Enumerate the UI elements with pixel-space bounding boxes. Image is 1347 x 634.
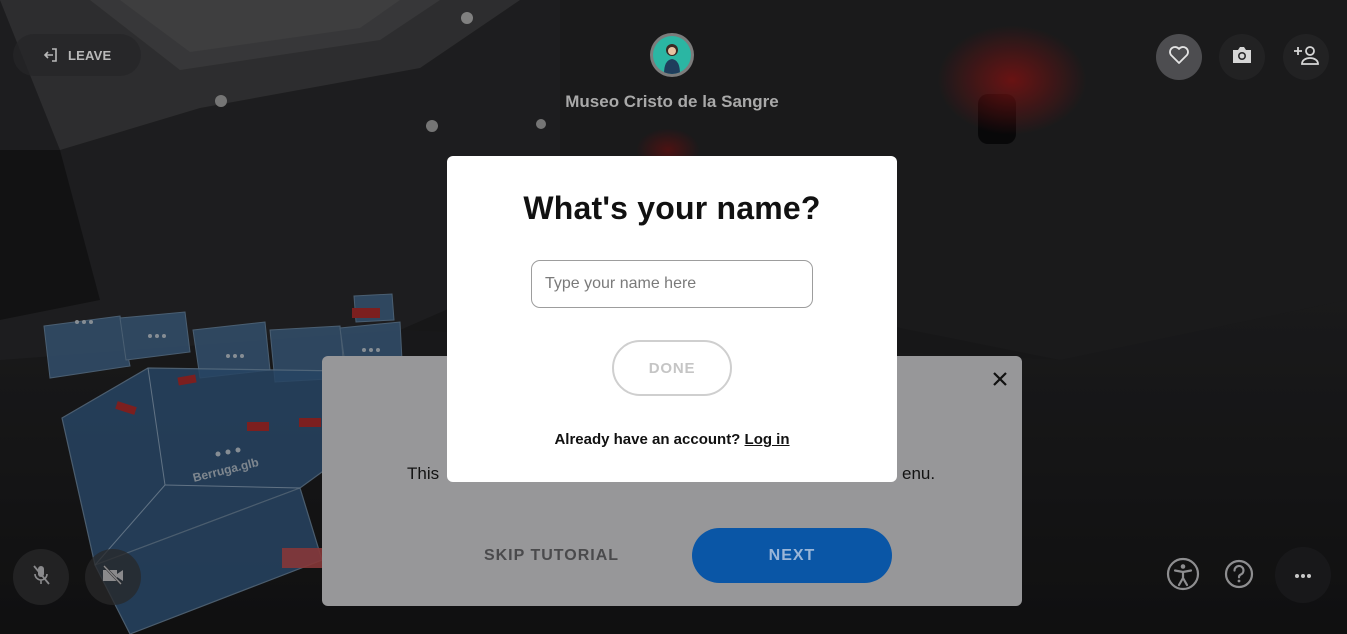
avatar-figure	[653, 36, 691, 74]
favorite-button[interactable]	[1156, 34, 1202, 80]
close-icon	[992, 371, 1008, 392]
leave-label: LEAVE	[68, 47, 112, 63]
help-button[interactable]	[1216, 553, 1262, 599]
more-horizontal-icon	[1294, 566, 1312, 584]
account-prompt-text: Already have an account?	[554, 431, 741, 448]
tutorial-text-start: This	[407, 464, 440, 483]
name-input[interactable]	[531, 260, 813, 308]
more-options-button[interactable]	[1275, 547, 1331, 603]
room-title: Museo Cristo de la Sangre	[565, 92, 779, 111]
accessibility-icon	[1166, 557, 1200, 596]
add-person-icon	[1293, 45, 1319, 70]
name-dialog: What's your name? DONE Already have an a…	[447, 156, 897, 482]
microphone-button[interactable]	[13, 549, 69, 605]
camera-button[interactable]	[1219, 34, 1265, 80]
tutorial-close-button[interactable]	[987, 368, 1013, 394]
skip-tutorial-button[interactable]: SKIP TUTORIAL	[464, 528, 639, 583]
microphone-muted-icon	[31, 564, 51, 591]
next-button[interactable]: NEXT	[692, 528, 892, 583]
video-button[interactable]	[85, 549, 141, 605]
leave-button[interactable]: LEAVE	[13, 34, 141, 76]
invite-button[interactable]	[1283, 34, 1329, 80]
dialog-title: What's your name?	[523, 190, 821, 226]
login-link[interactable]: Log in	[745, 431, 790, 448]
accessibility-button[interactable]	[1160, 553, 1206, 599]
camera-icon	[1231, 46, 1253, 69]
video-off-icon	[101, 564, 125, 590]
tutorial-text-end: enu.	[902, 464, 936, 483]
question-mark-icon	[1224, 559, 1254, 594]
host-avatar[interactable]	[650, 33, 694, 77]
done-button[interactable]: DONE	[612, 340, 732, 396]
exit-icon	[43, 47, 59, 63]
login-prompt: Already have an account? Log in	[447, 431, 897, 448]
heart-icon	[1168, 45, 1190, 70]
